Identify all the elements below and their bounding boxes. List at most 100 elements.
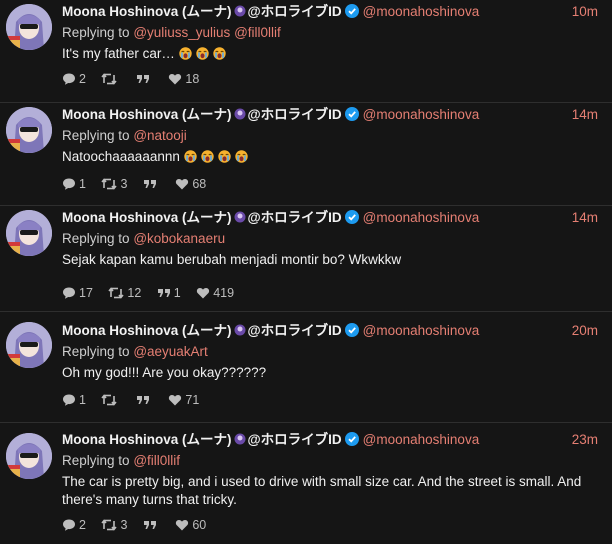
retweet-count: 3 (120, 518, 128, 532)
tweet-text-content: Sejak kapan kamu berubah menjadi montir … (62, 252, 402, 267)
reply-prefix: Replying to (62, 128, 130, 143)
tweet-text: It's my father car… (62, 45, 598, 63)
like-icon (176, 520, 189, 531)
retweet-button[interactable]: 3 (101, 176, 127, 192)
quote-button[interactable] (143, 176, 160, 192)
quote-count: 1 (173, 286, 181, 300)
username[interactable]: @moonahoshinova (363, 107, 480, 122)
reply-button[interactable]: 1 (62, 176, 86, 192)
timestamp[interactable]: 14m (572, 106, 598, 124)
reply-count: 1 (79, 393, 86, 407)
quote-icon (143, 180, 156, 188)
reply-mention[interactable]: @fill0llif (234, 25, 281, 40)
timestamp[interactable]: 20m (572, 322, 598, 340)
avatar[interactable] (6, 4, 52, 50)
quote-button[interactable] (136, 71, 153, 87)
reply-mention[interactable]: @fill0llif (133, 453, 180, 468)
tweet-text: The car is pretty big, and i used to dri… (62, 473, 598, 509)
retweet-button[interactable]: 3 (101, 517, 127, 533)
display-name[interactable]: Moona Hoshinova (ムーナ) (62, 323, 232, 338)
quote-button[interactable]: 1 (157, 285, 181, 301)
reply-icon (63, 73, 75, 85)
crying-emoji (196, 47, 209, 60)
reply-mention[interactable]: @yuliuss_yulius (133, 25, 230, 40)
display-name[interactable]: Moona Hoshinova (ムーナ) (62, 107, 232, 122)
tweet[interactable]: Moona Hoshinova (ムーナ) @ホロライブID @moonahoshi… (0, 103, 612, 206)
username[interactable]: @moonahoshinova (363, 432, 480, 447)
replying-to: Replying to @yuliuss_yulius @fill0llif (62, 24, 598, 42)
tweet-actions: 2 3 60 (62, 517, 218, 533)
crying-emoji (179, 47, 192, 60)
retweet-count: 12 (127, 286, 142, 300)
reply-count: 2 (79, 72, 86, 86)
quote-button[interactable] (136, 392, 153, 408)
like-icon (176, 179, 189, 190)
reply-icon (63, 287, 75, 299)
display-name[interactable]: Moona Hoshinova (ムーナ) (62, 4, 232, 19)
display-name[interactable]: Moona Hoshinova (ムーナ) (62, 210, 232, 225)
tweet-header: Moona Hoshinova (ムーナ) @ホロライブID @moonahoshi… (62, 431, 598, 449)
username[interactable]: @moonahoshinova (363, 323, 480, 338)
avatar[interactable] (6, 210, 52, 256)
reply-button[interactable]: 1 (62, 392, 86, 408)
reply-count: 17 (79, 286, 93, 300)
display-name-suffix: @ホロライブID (247, 210, 342, 225)
timestamp[interactable]: 14m (572, 209, 598, 227)
retweet-button[interactable] (101, 392, 120, 408)
retweet-icon (101, 519, 118, 531)
verified-icon (344, 323, 359, 337)
quote-icon (157, 289, 170, 297)
tweet-header: Moona Hoshinova (ムーナ) @ホロライブID @moonahoshi… (62, 106, 598, 124)
purple-emoji (234, 324, 245, 336)
purple-emoji (234, 211, 245, 223)
like-count: 18 (185, 72, 200, 86)
tweet-header: Moona Hoshinova (ムーナ) @ホロライブID @moonahoshi… (62, 3, 598, 21)
like-button[interactable]: 419 (196, 285, 234, 301)
quote-icon (136, 396, 149, 404)
reply-icon (63, 519, 75, 531)
like-button[interactable]: 68 (175, 176, 206, 192)
reply-button[interactable]: 2 (62, 71, 86, 87)
retweet-icon (101, 73, 118, 85)
like-button[interactable]: 60 (175, 517, 206, 533)
purple-emoji (234, 433, 245, 445)
timestamp[interactable]: 23m (572, 431, 598, 449)
tweet-text-content: It's my father car… (62, 46, 175, 61)
crying-emoji (235, 150, 248, 163)
timestamp[interactable]: 10m (572, 3, 598, 21)
reply-button[interactable]: 17 (62, 285, 93, 301)
quote-button[interactable] (143, 517, 160, 533)
reply-mention[interactable]: @aeyuakArt (133, 344, 208, 359)
verified-icon (344, 432, 359, 446)
tweet-header: Moona Hoshinova (ムーナ) @ホロライブID @moonahoshi… (62, 209, 598, 227)
reply-button[interactable]: 2 (62, 517, 86, 533)
avatar[interactable] (6, 322, 52, 368)
avatar[interactable] (6, 433, 52, 479)
tweet[interactable]: Moona Hoshinova (ムーナ) @ホロライブID @moonahoshi… (0, 312, 612, 423)
purple-emoji (234, 5, 245, 17)
retweet-button[interactable] (101, 71, 120, 87)
like-icon (169, 395, 182, 406)
tweet[interactable]: Moona Hoshinova (ムーナ) @ホロライブID @moonahoshi… (0, 423, 612, 544)
avatar[interactable] (6, 107, 52, 153)
tweet[interactable]: Moona Hoshinova (ムーナ) @ホロライブID @moonahoshi… (0, 206, 612, 312)
username[interactable]: @moonahoshinova (363, 210, 480, 225)
retweet-button[interactable]: 12 (108, 285, 141, 301)
replying-to: Replying to @fill0llif (62, 452, 598, 470)
reply-count: 2 (79, 518, 86, 532)
reply-mention[interactable]: @kobokanaeru (133, 231, 225, 246)
purple-emoji (234, 108, 245, 120)
like-count: 60 (192, 518, 207, 532)
reply-mention[interactable]: @natooji (133, 128, 187, 143)
like-button[interactable]: 18 (168, 71, 199, 87)
like-button[interactable]: 71 (168, 392, 199, 408)
display-name[interactable]: Moona Hoshinova (ムーナ) (62, 432, 232, 447)
tweet-actions: 17 12 1 419 (62, 285, 246, 301)
verified-icon (344, 210, 359, 224)
tweet-actions: 2 18 (62, 71, 211, 87)
tweet[interactable]: Moona Hoshinova (ムーナ) @ホロライブID @moonahoshi… (0, 0, 612, 103)
reply-prefix: Replying to (62, 453, 130, 468)
username[interactable]: @moonahoshinova (363, 4, 480, 19)
replying-to: Replying to @kobokanaeru (62, 230, 598, 248)
reply-prefix: Replying to (62, 344, 130, 359)
